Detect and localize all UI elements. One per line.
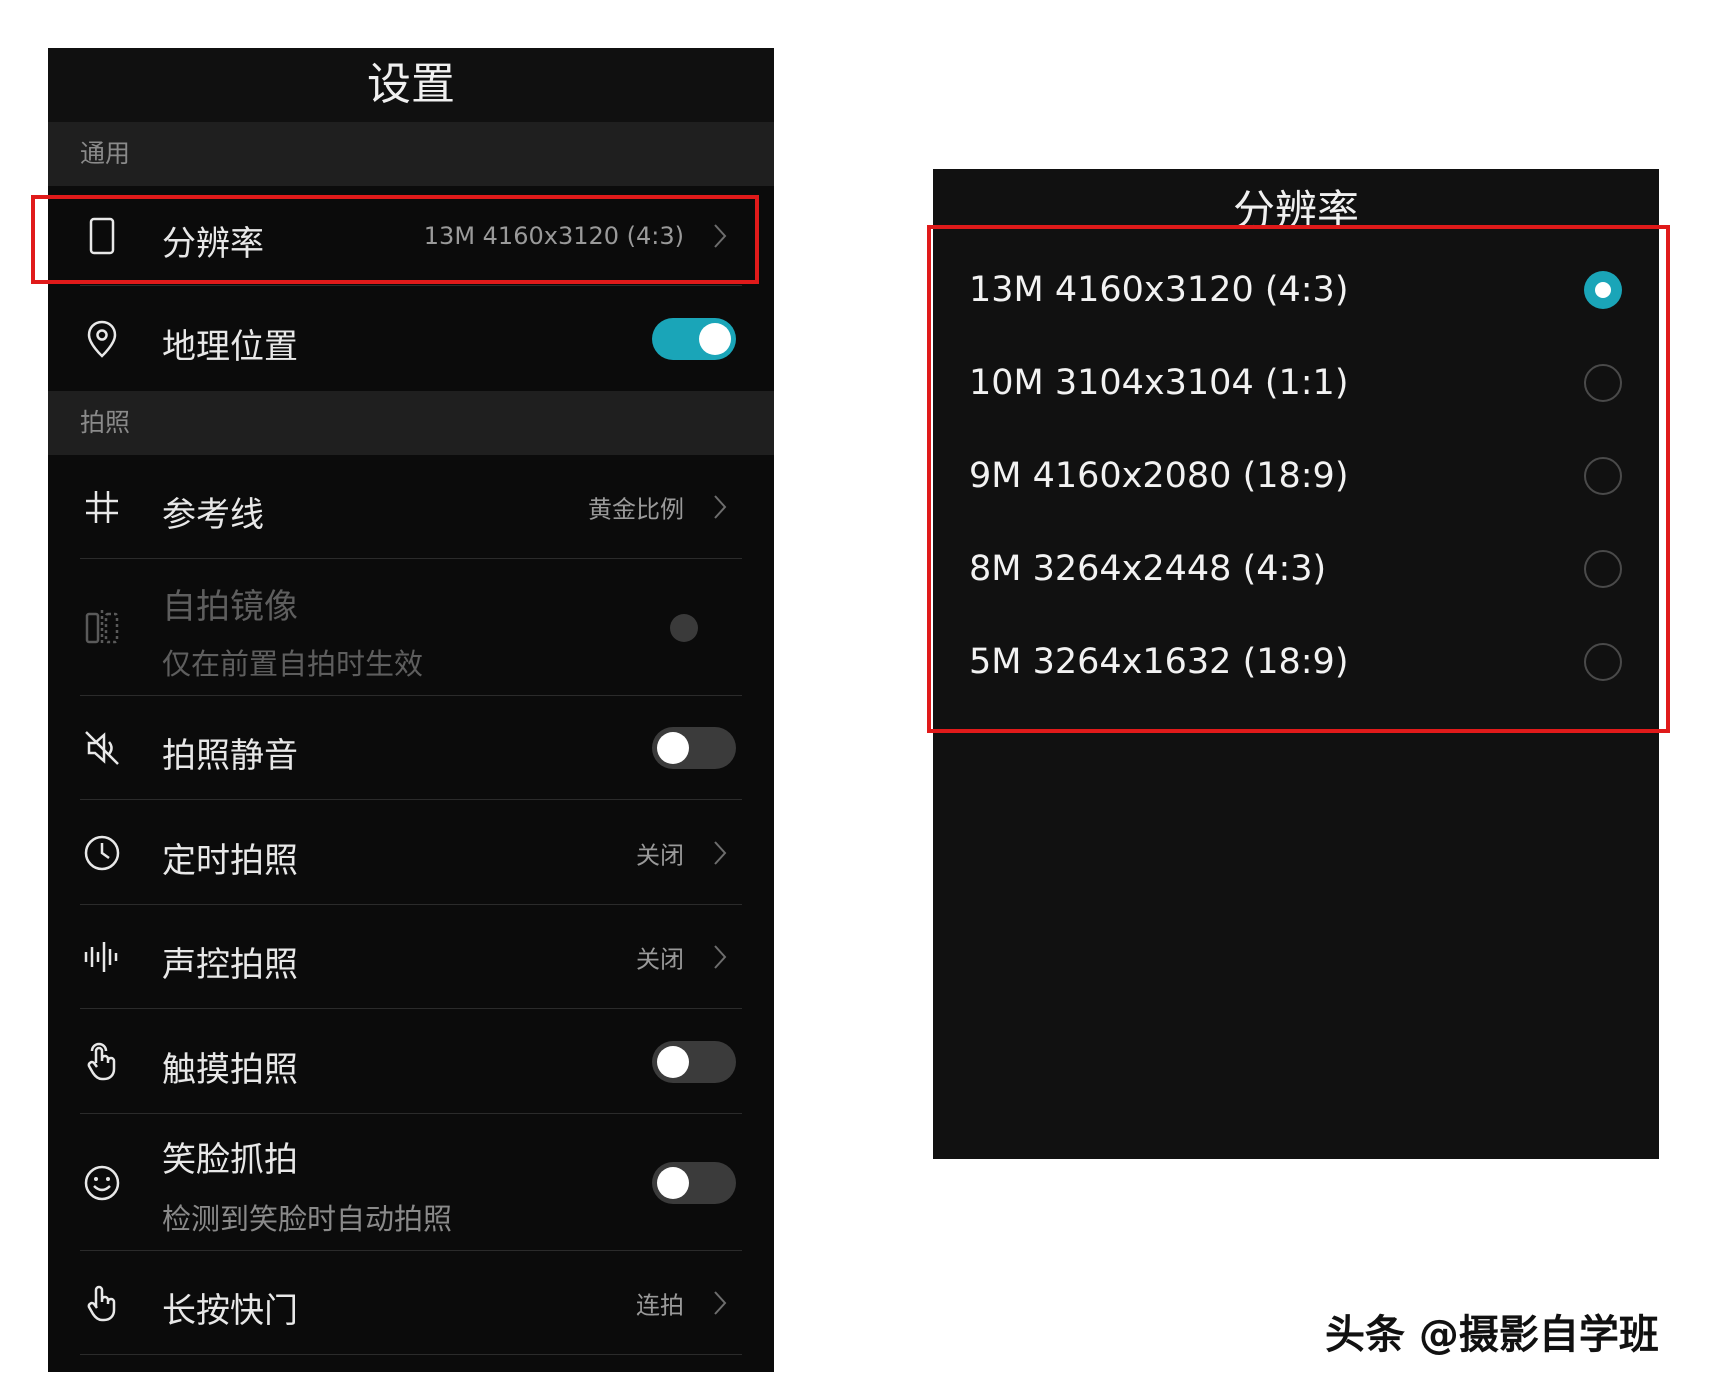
touch-toggle[interactable] bbox=[652, 1040, 736, 1083]
row-label: 地理位置 bbox=[162, 327, 298, 367]
row-value: 关闭 bbox=[636, 945, 684, 974]
grid-icon bbox=[81, 486, 123, 528]
highlight-box-resolution-row bbox=[31, 195, 759, 284]
chevron-right-icon bbox=[712, 493, 728, 521]
row-label: 触摸拍照 bbox=[162, 1050, 298, 1090]
divider bbox=[80, 1354, 742, 1355]
clock-icon bbox=[81, 832, 123, 874]
row-label: 长按快门 bbox=[162, 1291, 298, 1331]
location-pin-icon bbox=[81, 318, 123, 360]
smile-toggle[interactable] bbox=[652, 1161, 736, 1204]
settings-row-touch[interactable]: 触摸拍照 bbox=[48, 1009, 774, 1114]
settings-row-long-press[interactable]: 长按快门 连拍 bbox=[48, 1251, 774, 1355]
toggle-knob bbox=[657, 1045, 689, 1078]
row-label: 参考线 bbox=[162, 495, 264, 535]
toggle-knob bbox=[657, 732, 689, 764]
row-subtitle: 检测到笑脸时自动拍照 bbox=[162, 1202, 453, 1236]
row-value: 连拍 bbox=[636, 1291, 684, 1320]
touch-hand-icon bbox=[81, 1041, 123, 1083]
row-label: 拍照静音 bbox=[162, 736, 298, 776]
hand-press-icon bbox=[81, 1282, 123, 1324]
settings-row-gridlines[interactable]: 参考线 黄金比例 bbox=[48, 455, 774, 559]
row-subtitle: 仅在前置自拍时生效 bbox=[162, 647, 424, 681]
chevron-right-icon bbox=[712, 943, 728, 971]
settings-row-voice[interactable]: 声控拍照 关闭 bbox=[48, 905, 774, 1009]
page-title: 设置 bbox=[48, 48, 774, 122]
chevron-right-icon bbox=[712, 839, 728, 867]
chevron-right-icon bbox=[712, 1289, 728, 1317]
row-label: 定时拍照 bbox=[162, 841, 298, 881]
row-label: 声控拍照 bbox=[162, 945, 298, 985]
mute-toggle[interactable] bbox=[652, 727, 736, 769]
soundwave-icon bbox=[81, 936, 123, 978]
section-header-photo: 拍照 bbox=[48, 391, 774, 455]
settings-row-timer[interactable]: 定时拍照 关闭 bbox=[48, 800, 774, 905]
settings-row-selfie-mirror: 自拍镜像 仅在前置自拍时生效 bbox=[48, 559, 774, 696]
settings-row-location[interactable]: 地理位置 bbox=[48, 286, 774, 391]
settings-row-smile[interactable]: 笑脸抓拍 检测到笑脸时自动拍照 bbox=[48, 1114, 774, 1251]
row-value: 黄金比例 bbox=[588, 495, 684, 524]
row-label: 自拍镜像 bbox=[162, 587, 298, 627]
toggle-knob bbox=[657, 1166, 689, 1199]
row-label: 笑脸抓拍 bbox=[162, 1140, 298, 1180]
section-header-general: 通用 bbox=[48, 122, 774, 186]
disabled-toggle bbox=[670, 613, 698, 642]
settings-row-mute[interactable]: 拍照静音 bbox=[48, 696, 774, 800]
highlight-box-resolution-options bbox=[927, 225, 1670, 733]
toggle-knob bbox=[699, 322, 731, 355]
smiley-icon bbox=[81, 1162, 123, 1204]
location-toggle[interactable] bbox=[652, 317, 736, 360]
row-value: 关闭 bbox=[636, 841, 684, 869]
speaker-muted-icon bbox=[81, 727, 123, 769]
mirror-icon bbox=[81, 607, 123, 649]
watermark: 头条 @摄影自学班 bbox=[1325, 1312, 1659, 1358]
